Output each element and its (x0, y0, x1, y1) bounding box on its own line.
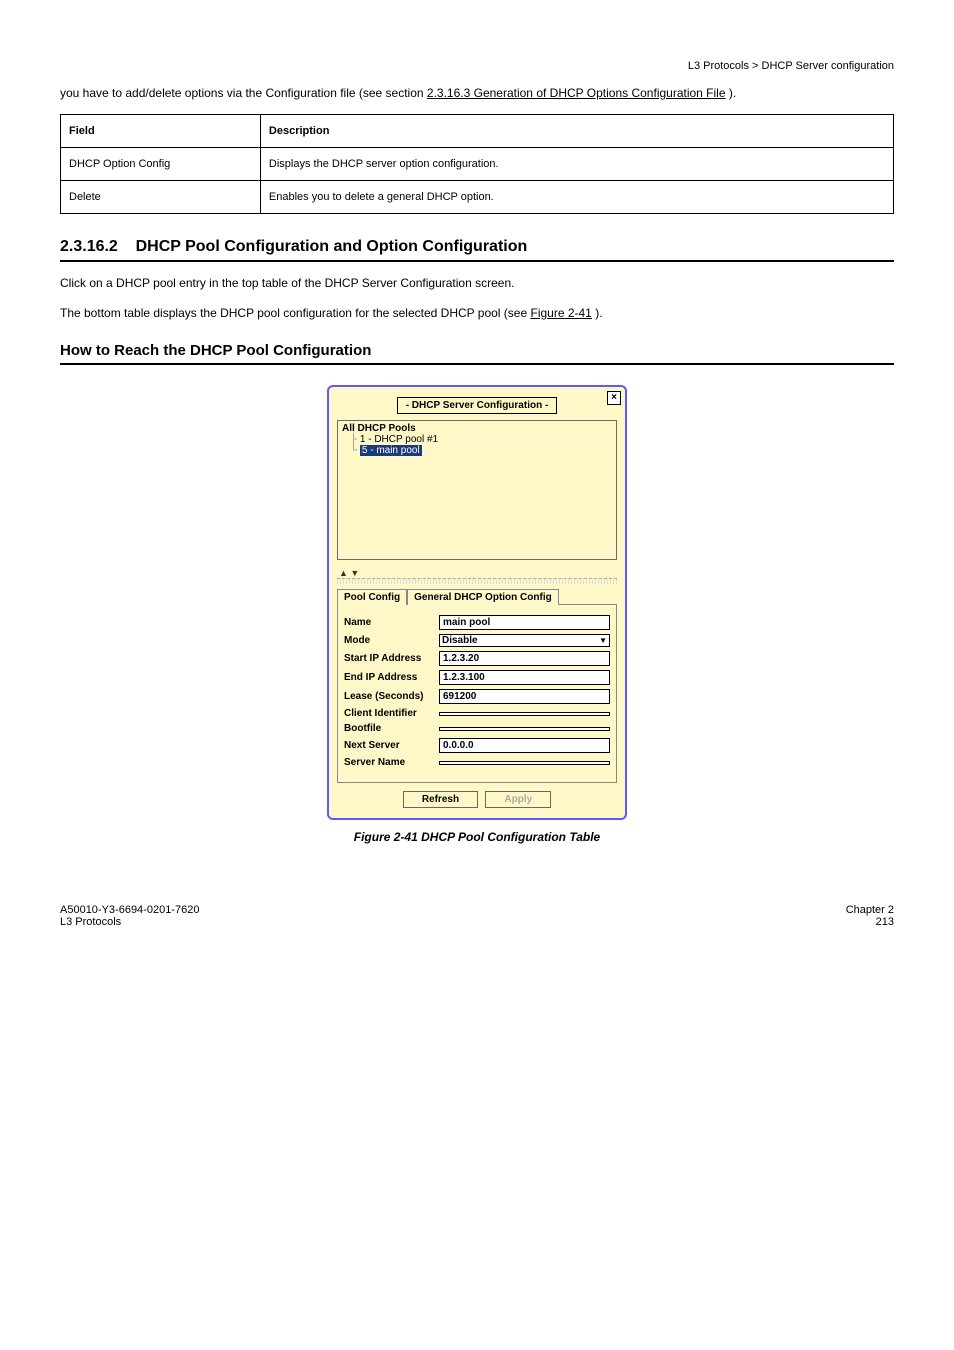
input-name[interactable]: main pool (439, 615, 610, 630)
tree-item-pool-1[interactable]: 1 - DHCP pool #1 (350, 434, 612, 445)
input-client-id[interactable] (439, 712, 610, 716)
dhcp-dialog-window: × - DHCP Server Configuration - All DHCP… (327, 385, 627, 820)
p2-figure-link[interactable]: Figure 2-41 (530, 306, 591, 320)
dialog-divider (337, 578, 617, 584)
select-mode-value: Disable (442, 635, 478, 646)
label-server-name: Server Name (344, 757, 439, 768)
section-paragraph-2: The bottom table displays the DHCP pool … (60, 304, 894, 322)
input-start-ip[interactable]: 1.2.3.20 (439, 651, 610, 666)
cell-desc: Enables you to delete a general DHCP opt… (260, 181, 893, 214)
chevron-down-icon: ▼ (599, 636, 607, 645)
label-client-id: Client Identifier (344, 708, 439, 719)
intro-post: ). (729, 86, 736, 100)
p2-post: ). (595, 306, 602, 320)
intro-crossref[interactable]: 2.3.16.3 Generation of DHCP Options Conf… (427, 86, 726, 100)
input-server-name[interactable] (439, 761, 610, 765)
tree-root[interactable]: All DHCP Pools (342, 423, 612, 434)
close-icon: × (611, 392, 617, 403)
input-end-ip[interactable]: 1.2.3.100 (439, 670, 610, 685)
dialog-title: - DHCP Server Configuration - (397, 397, 558, 414)
label-bootfile: Bootfile (344, 723, 439, 734)
label-next-server: Next Server (344, 740, 439, 751)
cell-field: Delete (61, 181, 261, 214)
cell-field: DHCP Option Config (61, 148, 261, 181)
page-footer: A50010-Y3-6694-0201-7620 L3 Protocols Ch… (60, 904, 894, 928)
intro-paragraph: you have to add/delete options via the C… (60, 84, 894, 102)
select-mode[interactable]: Disable ▼ (439, 634, 610, 647)
input-next-server[interactable]: 0.0.0.0 (439, 738, 610, 753)
col-header-field: Field (61, 115, 261, 148)
label-mode: Mode (344, 635, 439, 646)
table-row: Delete Enables you to delete a general D… (61, 181, 894, 214)
intro-pre: you have to add/delete options via the C… (60, 86, 427, 100)
figure-dhcp-dialog: × - DHCP Server Configuration - All DHCP… (60, 385, 894, 844)
input-bootfile[interactable] (439, 727, 610, 731)
section-number: 2.3.16.2 (60, 238, 118, 255)
howto-heading: How to Reach the DHCP Pool Configuration (60, 342, 894, 365)
section-title: DHCP Pool Configuration and Option Confi… (136, 238, 528, 255)
section-heading: 2.3.16.2 DHCP Pool Configuration and Opt… (60, 238, 894, 262)
table-header-row: Field Description (61, 115, 894, 148)
dialog-tabs: Pool ConfigGeneral DHCP Option Config (337, 588, 617, 604)
table-row: DHCP Option Config Displays the DHCP ser… (61, 148, 894, 181)
page-header-breadcrumb: L3 Protocols > DHCP Server configuration (60, 60, 894, 72)
section-paragraph-1: Click on a DHCP pool entry in the top ta… (60, 274, 894, 292)
label-lease: Lease (Seconds) (344, 691, 439, 702)
input-lease[interactable]: 691200 (439, 689, 610, 704)
dialog-buttons: Refresh Apply (329, 791, 625, 808)
apply-button[interactable]: Apply (485, 791, 551, 808)
col-header-description: Description (260, 115, 893, 148)
close-button[interactable]: × (607, 391, 621, 405)
footer-doc-id: A50010-Y3-6694-0201-7620 (60, 904, 199, 916)
figure-caption: Figure 2-41 DHCP Pool Configuration Tabl… (60, 830, 894, 844)
footer-section: L3 Protocols (60, 916, 199, 928)
footer-chapter: Chapter 2 (846, 904, 894, 916)
tab-pool-config[interactable]: Pool Config (337, 589, 407, 605)
refresh-button[interactable]: Refresh (403, 791, 478, 808)
tree-scroll-indicator: ▲ ▼ (339, 568, 625, 578)
p2-pre: The bottom table displays the DHCP pool … (60, 306, 530, 320)
pool-config-panel: Name main pool Mode Disable ▼ Start IP A… (337, 604, 617, 783)
tree-item-pool-5[interactable]: 5 - main pool (350, 445, 612, 456)
cell-desc: Displays the DHCP server option configur… (260, 148, 893, 181)
tab-general-option-config[interactable]: General DHCP Option Config (407, 589, 559, 605)
label-end-ip: End IP Address (344, 672, 439, 683)
label-start-ip: Start IP Address (344, 653, 439, 664)
dialog-titlebar: - DHCP Server Configuration - (329, 387, 625, 420)
dhcp-pool-tree[interactable]: All DHCP Pools 1 - DHCP pool #1 5 - main… (337, 420, 617, 560)
label-name: Name (344, 617, 439, 628)
field-description-table: Field Description DHCP Option Config Dis… (60, 114, 894, 214)
footer-page-number: 213 (846, 916, 894, 928)
tree-item-selected: 5 - main pool (360, 445, 422, 456)
